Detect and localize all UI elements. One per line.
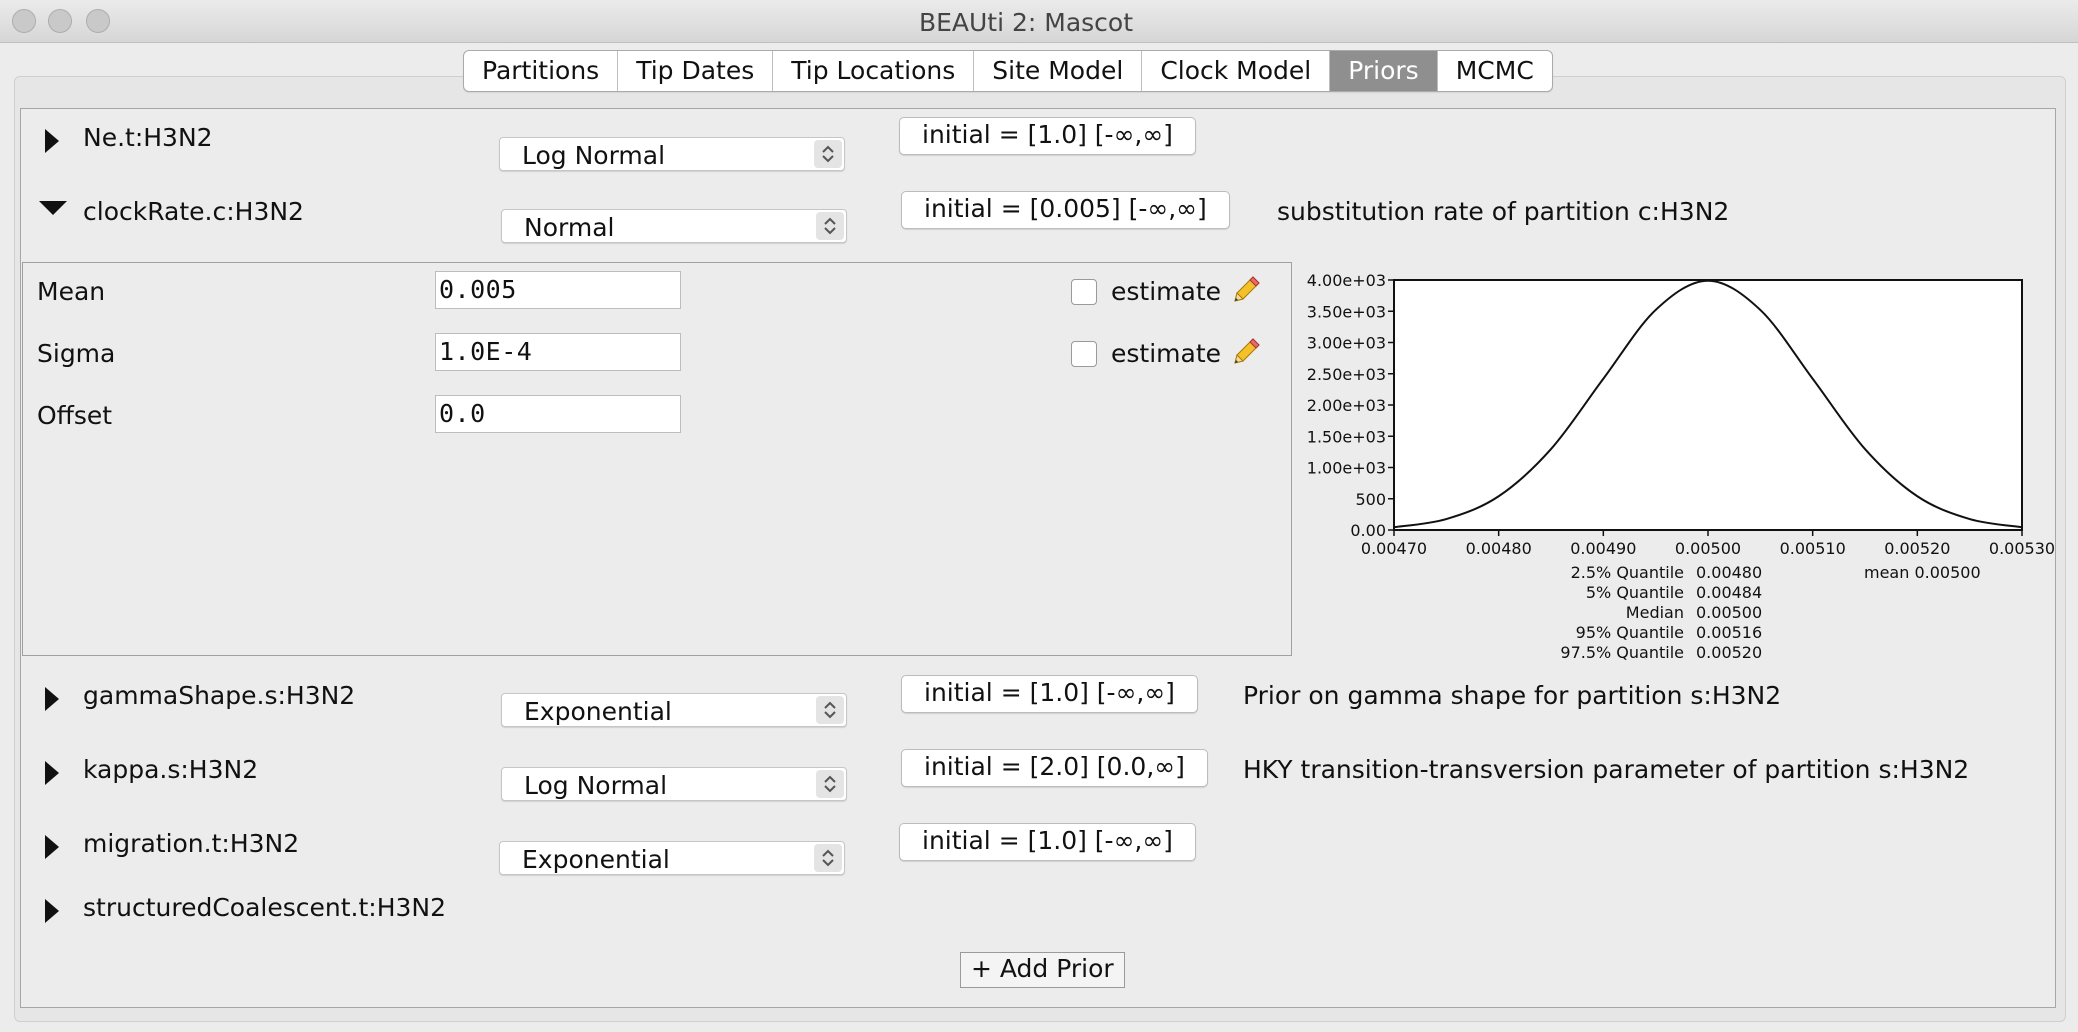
- prior-name: gammaShape.s:H3N2: [83, 681, 356, 710]
- stat-label: 95% Quantile: [1576, 623, 1684, 642]
- expand-triangle-icon[interactable]: [45, 761, 59, 785]
- x-tick-label: 0.00520: [1884, 539, 1950, 558]
- prior-row-structuredcoalescent: structuredCoalescent.t:H3N2: [21, 891, 2055, 951]
- x-tick-label: 0.00480: [1466, 539, 1532, 558]
- tab-tip-locations[interactable]: Tip Locations: [773, 51, 975, 91]
- x-tick-label: 0.00530: [1989, 539, 2055, 558]
- initial-value-button[interactable]: initial = [1.0] [-∞,∞]: [901, 675, 1198, 713]
- window-title-bar: BEAUti 2: Mascot: [0, 0, 2078, 43]
- sigma-label: Sigma: [37, 339, 116, 368]
- stat-label: 5% Quantile: [1586, 583, 1684, 602]
- distribution-value: Log Normal: [522, 141, 666, 170]
- y-tick-label: 4.00e+03: [1307, 271, 1386, 290]
- distribution-value: Exponential: [522, 845, 670, 874]
- prior-row-kappa: kappa.s:H3N2 Log Normal initial = [2.0] …: [21, 749, 2055, 813]
- x-tick-label: 0.00470: [1361, 539, 1427, 558]
- chart-plot-area: [1393, 279, 2023, 531]
- expand-triangle-icon[interactable]: [45, 129, 59, 153]
- select-stepper-icon: [816, 770, 844, 798]
- pencil-icon[interactable]: [1229, 335, 1263, 369]
- distribution-value: Normal: [524, 213, 615, 242]
- tab-bar: Partitions Tip Dates Tip Locations Site …: [463, 50, 1553, 92]
- initial-value-button[interactable]: initial = [1.0] [-∞,∞]: [899, 823, 1196, 861]
- select-stepper-icon: [814, 140, 842, 168]
- mean-estimate-label: estimate: [1111, 277, 1222, 306]
- clockrate-parameters-panel: Mean 0.005 estimate Sigma 1.0E-4 estimat…: [22, 262, 1292, 656]
- distribution-value: Exponential: [524, 697, 672, 726]
- y-tick-label: 2.00e+03: [1307, 396, 1386, 415]
- y-tick-label: 500: [1355, 490, 1386, 509]
- tab-site-model[interactable]: Site Model: [974, 51, 1143, 91]
- y-tick-label: 2.50e+03: [1307, 365, 1386, 384]
- stat-value: 0.00484: [1696, 583, 1762, 602]
- select-stepper-icon: [814, 844, 842, 872]
- mean-label: mean 0.00500: [1864, 563, 1981, 582]
- offset-label: Offset: [37, 401, 113, 430]
- mean-input[interactable]: 0.005: [435, 271, 681, 309]
- y-tick-label: 1.50e+03: [1307, 427, 1386, 446]
- tab-tip-dates[interactable]: Tip Dates: [618, 51, 774, 91]
- stat-value: 0.00520: [1696, 643, 1762, 662]
- stat-label: Median: [1626, 603, 1684, 622]
- prior-name: Ne.t:H3N2: [83, 123, 213, 152]
- y-tick-label: 3.50e+03: [1307, 302, 1386, 321]
- tab-mcmc[interactable]: MCMC: [1438, 51, 1552, 91]
- sigma-input[interactable]: 1.0E-4: [435, 333, 681, 371]
- sigma-estimate-label: estimate: [1111, 339, 1222, 368]
- initial-value-button[interactable]: initial = [0.005] [-∞,∞]: [901, 191, 1230, 229]
- prior-row-clockrate: clockRate.c:H3N2 Normal initial = [0.005…: [21, 191, 2055, 255]
- distribution-select[interactable]: Exponential: [501, 693, 847, 727]
- y-tick-label: 3.00e+03: [1307, 334, 1386, 353]
- prior-name: clockRate.c:H3N2: [83, 197, 304, 226]
- tab-partitions[interactable]: Partitions: [464, 51, 619, 91]
- x-axis: 0.00470 0.00480 0.00490 0.00500 0.00510 0.005…: [1361, 530, 2055, 558]
- select-stepper-icon: [816, 696, 844, 724]
- mean-label: Mean: [37, 277, 106, 306]
- initial-value-button[interactable]: initial = [2.0] [0.0,∞]: [901, 749, 1208, 787]
- pencil-icon[interactable]: [1229, 273, 1263, 307]
- offset-input[interactable]: 0.0: [435, 395, 681, 433]
- distribution-select[interactable]: Normal: [501, 209, 847, 243]
- prior-row-ne: Ne.t:H3N2 Log Normal initial = [1.0] [-∞…: [21, 117, 2055, 181]
- y-tick-label: 0.00: [1350, 521, 1386, 540]
- prior-row-migration: migration.t:H3N2 Exponential initial = […: [21, 823, 2055, 887]
- prior-description: substitution rate of partition c:H3N2: [1277, 197, 1730, 226]
- mean-estimate-checkbox[interactable]: [1071, 279, 1097, 305]
- stat-label: 97.5% Quantile: [1560, 643, 1684, 662]
- tab-priors[interactable]: Priors: [1330, 51, 1438, 91]
- expand-triangle-icon[interactable]: [45, 899, 59, 923]
- prior-description: HKY transition-transversion parameter of…: [1243, 755, 1970, 784]
- initial-value-button[interactable]: initial = [1.0] [-∞,∞]: [899, 117, 1196, 155]
- x-tick-label: 0.00500: [1675, 539, 1741, 558]
- expand-triangle-icon[interactable]: [45, 835, 59, 859]
- stat-value: 0.00500: [1696, 603, 1762, 622]
- collapse-triangle-icon[interactable]: [39, 201, 67, 215]
- stat-value: 0.00480: [1696, 563, 1762, 582]
- x-tick-label: 0.00490: [1570, 539, 1636, 558]
- sigma-estimate-checkbox[interactable]: [1071, 341, 1097, 367]
- distribution-select[interactable]: Exponential: [499, 841, 845, 875]
- prior-description: Prior on gamma shape for partition s:H3N…: [1243, 681, 1782, 710]
- distribution-select[interactable]: Log Normal: [499, 137, 845, 171]
- expand-triangle-icon[interactable]: [45, 687, 59, 711]
- tab-clock-model[interactable]: Clock Model: [1142, 51, 1331, 91]
- prior-name: structuredCoalescent.t:H3N2: [83, 893, 447, 922]
- quantile-stats: 2.5% Quantile 0.00480 5% Quantile 0.00484 Me…: [1560, 563, 1980, 662]
- prior-name: migration.t:H3N2: [83, 829, 300, 858]
- distribution-chart: 0.005001.00e+031.50e+032.00e+032.50e+033…: [1307, 271, 2055, 662]
- prior-row-gammashape: gammaShape.s:H3N2 Exponential initial = …: [21, 675, 2055, 739]
- prior-name: kappa.s:H3N2: [83, 755, 259, 784]
- y-axis: 0.00 500 1.00e+03 1.50e+03 2.00e+03 2.50e+03 3…: [1307, 271, 1394, 540]
- stat-value: 0.00516: [1696, 623, 1762, 642]
- x-tick-label: 0.00510: [1780, 539, 1846, 558]
- window-title: BEAUti 2: Mascot: [918, 8, 1134, 37]
- distribution-value: Log Normal: [524, 771, 668, 800]
- stat-label: 2.5% Quantile: [1571, 563, 1684, 582]
- distribution-select[interactable]: Log Normal: [501, 767, 847, 801]
- y-tick-label: 1.00e+03: [1307, 459, 1386, 478]
- add-prior-button[interactable]: + Add Prior: [960, 952, 1125, 988]
- select-stepper-icon: [816, 212, 844, 240]
